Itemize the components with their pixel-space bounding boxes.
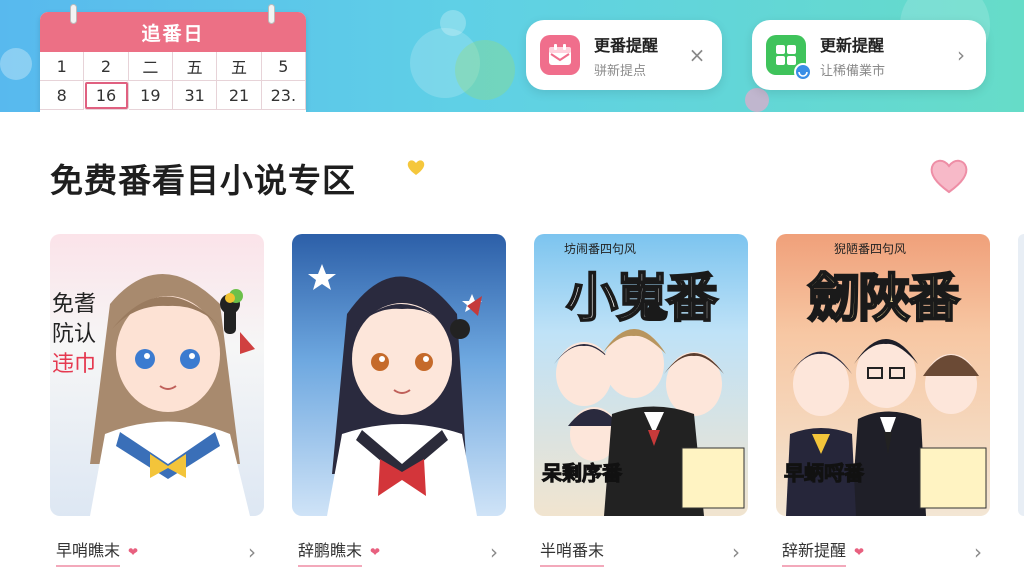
- card-label: 早哨瞧末: [56, 537, 121, 567]
- card-footer[interactable]: 辞鹏瞧末 ❤ ›: [298, 534, 498, 570]
- card-label: 半哨番末: [540, 537, 605, 567]
- cover-bottom-text: 呆剩序番: [542, 461, 623, 486]
- cover-title: 劒陜番: [807, 268, 961, 330]
- heart-icon: [407, 160, 425, 175]
- calendar-day[interactable]: 5: [261, 52, 306, 81]
- page: 追番日 1 2 二 五 五 5 8 16 19 31 21 23. 更番提醒 骈…: [0, 0, 1024, 576]
- reminder-subtitle: 让稀備業市: [820, 63, 886, 79]
- chevron-right-icon[interactable]: ›: [946, 43, 976, 67]
- chevron-right-icon[interactable]: ›: [490, 540, 498, 564]
- anime-card-partial[interactable]: [1018, 234, 1024, 516]
- calendar-day[interactable]: 五: [172, 52, 218, 81]
- app-grid-icon: [766, 35, 812, 81]
- cover-small-text: 坊闹番四句风: [564, 242, 637, 256]
- anime-cover-image[interactable]: 坊闹番四句风 小嵬番 呆剩序番: [534, 234, 748, 516]
- reminder-subtitle: 骈新提点: [594, 63, 647, 79]
- section-title: 免费番看目小说专区: [50, 161, 356, 200]
- calendar-day[interactable]: 31: [172, 81, 218, 110]
- chevron-right-icon[interactable]: ›: [974, 540, 982, 564]
- cover-title: 小嵬番: [565, 268, 719, 330]
- calendar-ring-icon: [70, 4, 77, 24]
- anime-card[interactable]: 免耆 阬认 违巾 早哨瞧末 ❤ ›: [50, 234, 264, 567]
- new-update-reminder-card[interactable]: 更新提醒 让稀備業市 ›: [752, 20, 986, 90]
- card-label: 辞新提醒: [782, 537, 847, 567]
- header-banner: 追番日 1 2 二 五 五 5 8 16 19 31 21 23. 更番提醒 骈…: [0, 0, 1024, 112]
- cover-small-text: 猊陋番四句风: [834, 242, 907, 256]
- anime-cover-image[interactable]: [292, 234, 506, 516]
- anime-cover-image[interactable]: 免耆 阬认 违巾: [50, 234, 264, 516]
- calendar-mail-icon: [540, 35, 580, 75]
- card-footer[interactable]: 早哨瞧末 ❤ ›: [56, 534, 256, 570]
- favorite-heart-icon[interactable]: [927, 156, 971, 196]
- calendar-day[interactable]: 19: [128, 81, 173, 110]
- card-footer[interactable]: 半哨番末 ›: [540, 534, 740, 570]
- calendar-day[interactable]: 21: [217, 81, 262, 110]
- card-footer[interactable]: 辞新提醒 ❤ ›: [782, 534, 982, 570]
- anime-card[interactable]: 猊陋番四句风 劒陜番 早蛃哷番 辞新提醒 ❤ ›: [776, 234, 990, 567]
- chevron-right-icon[interactable]: ›: [732, 540, 740, 564]
- calendar-title: 追番日: [40, 12, 306, 52]
- heart-icon: ❤: [854, 545, 865, 559]
- calendar-day[interactable]: 8: [40, 81, 85, 110]
- cover-bottom-text: 早蛃哷番: [784, 461, 865, 486]
- calendar-day[interactable]: 23.: [261, 81, 306, 110]
- calendar-widget[interactable]: 追番日 1 2 二 五 五 5 8 16 19 31 21 23.: [40, 12, 306, 112]
- heart-icon: ❤: [370, 545, 381, 559]
- calendar-day[interactable]: 2: [84, 52, 129, 81]
- chevron-right-icon[interactable]: ›: [248, 540, 256, 564]
- calendar-ring-icon: [268, 4, 275, 24]
- anime-cover-image[interactable]: 猊陋番四句风 劒陜番 早蛃哷番: [776, 234, 990, 516]
- calendar-day[interactable]: 1: [40, 52, 85, 81]
- card-label: 辞鹏瞧末: [298, 537, 363, 567]
- anime-card[interactable]: 坊闹番四句风 小嵬番 呆剩序番 半哨番末 ›: [534, 234, 748, 567]
- update-reminder-card[interactable]: 更番提醒 骈新提点 ×: [526, 20, 722, 90]
- anime-card[interactable]: 辞鹏瞧末 ❤ ›: [292, 234, 506, 567]
- calendar-day[interactable]: 五: [217, 52, 262, 81]
- cover-side-text: 免耆 阬认 违巾: [52, 292, 97, 377]
- close-icon[interactable]: ×: [682, 43, 712, 67]
- calendar-grid: 1 2 二 五 五 5 8 16 19 31 21 23.: [40, 52, 306, 110]
- reminder-title: 更新提醒: [820, 35, 885, 55]
- reminder-title: 更番提醒: [594, 35, 659, 55]
- calendar-day-selected[interactable]: 16: [84, 81, 129, 110]
- calendar-day[interactable]: 二: [128, 52, 173, 81]
- heart-icon: ❤: [128, 545, 139, 559]
